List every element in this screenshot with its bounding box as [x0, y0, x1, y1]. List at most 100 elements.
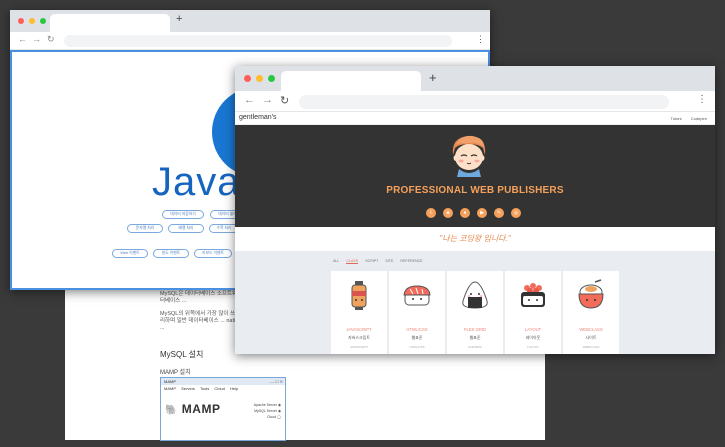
mamp-menu-item: MAMP: [164, 386, 176, 391]
card-tag: LAYOUT: [527, 345, 539, 349]
mamp-logo: 🐘 MAMP: [165, 402, 220, 416]
card-title: WEBCLASS: [579, 327, 603, 332]
card-title: LAYOUT: [524, 327, 542, 332]
youtube-icon[interactable]: ▶: [477, 208, 487, 218]
card-subtitle: 레이아웃: [525, 335, 541, 340]
mamp-window-screenshot: MAMP — ☐ ✕ MAMP Servers Tools Cloud Help…: [160, 377, 286, 441]
card-layout[interactable]: LAYOUT 레이아웃 LAYOUT: [505, 271, 561, 354]
mamp-menubar: MAMP Servers Tools Cloud Help: [161, 385, 285, 393]
avatar: [452, 135, 486, 177]
quote-text: "나는 코딩왕 입니다.": [439, 234, 511, 243]
card-subtitle: 웹표준: [411, 335, 423, 340]
browser-tab[interactable]: [50, 14, 170, 32]
maximize-window-button[interactable]: [40, 18, 46, 24]
card-webclass[interactable]: WEBCLASS 사이트 WEBCLASS: [563, 271, 619, 354]
site-header: gentleman's Tutors Codepen: [235, 112, 715, 125]
doc-heading: MySQL 설치: [160, 350, 204, 359]
address-bar[interactable]: [299, 95, 669, 109]
back-arrow-icon[interactable]: ←: [244, 94, 255, 106]
front-browser-toolbar: ← → ↻ ⋮: [235, 91, 715, 112]
javascript-logo-text: Java: [152, 160, 241, 204]
filter-site[interactable]: SITE: [385, 259, 393, 263]
card-tag: JAVASCRIPT: [349, 345, 369, 349]
mamp-menu-item: Help: [230, 386, 239, 391]
mamp-menu-item: Servers: [181, 386, 195, 391]
mamp-title: MAMP: [164, 379, 176, 384]
mamp-logo-text: MAMP: [181, 402, 221, 416]
category-pill[interactable]: 배열 처리: [168, 224, 204, 233]
filter-class[interactable]: CLASS: [346, 259, 359, 264]
category-pill[interactable]: 키보드 이벤트: [194, 249, 232, 258]
forward-arrow-icon[interactable]: →: [32, 34, 41, 44]
lantern-sushi-icon: [351, 281, 367, 310]
reload-icon[interactable]: ↻: [47, 34, 55, 45]
category-pill[interactable]: 문자열 처리: [127, 224, 163, 233]
site-nav: Tutors Codepen: [662, 116, 707, 121]
nav-link-tutors[interactable]: Tutors: [670, 116, 681, 121]
new-tab-icon[interactable]: +: [429, 70, 437, 85]
more-menu-icon[interactable]: ⋮: [476, 34, 485, 45]
elephant-icon: 🐘: [165, 405, 178, 416]
hero-title: PROFESSIONAL WEB PUBLISHERS: [386, 185, 564, 196]
ikura-sushi-icon: [521, 283, 545, 307]
mamp-server-label: MySQL Server: [254, 409, 277, 413]
status-dot-icon: ◉: [277, 403, 281, 407]
card-subtitle: 사이트: [585, 335, 597, 340]
card-subtitle: 웹표준: [469, 335, 481, 340]
close-window-button[interactable]: [18, 18, 24, 24]
back-arrow-icon[interactable]: ←: [18, 34, 27, 44]
browser-tab[interactable]: [281, 71, 421, 91]
card-htmlcss[interactable]: HTML/CSS 웹표준 HTML/CSS: [389, 271, 445, 354]
card-subtitle: 자바스크립트: [347, 335, 371, 340]
instagram-icon[interactable]: ◎: [511, 208, 521, 218]
reload-icon[interactable]: ↻: [280, 94, 289, 107]
category-pill[interactable]: 데이터 저장하기: [162, 210, 204, 219]
back-browser-toolbar: ← → ↻ ⋮: [10, 32, 490, 50]
filter-all[interactable]: ALL: [333, 259, 339, 263]
card-tag: HTML/CSS: [409, 345, 425, 349]
cards-section: ALL CLASS SCRIPT SITE REFERENCE JAVASCRI…: [235, 251, 715, 354]
card-tag: FLEXBOX: [468, 345, 482, 349]
address-bar[interactable]: [64, 35, 452, 47]
minimize-window-button[interactable]: [256, 75, 263, 82]
card-flexgrid[interactable]: FLEX GRID 웹표준 FLEXBOX: [447, 271, 503, 354]
blog-icon[interactable]: ✎: [494, 208, 504, 218]
mamp-server-label: Cloud: [266, 415, 277, 419]
card-title: FLEX GRID: [463, 327, 487, 332]
mamp-server-status: Apache Server ◉ MySQL Server ◉ Cloud ◯: [254, 402, 281, 420]
codepen-icon[interactable]: ◈: [443, 208, 453, 218]
new-tab-icon[interactable]: +: [176, 13, 182, 25]
card-title: JAVASCRIPT: [346, 327, 372, 332]
github-icon[interactable]: ●: [460, 208, 470, 218]
nav-link-codepen[interactable]: Codepen: [691, 116, 707, 121]
front-browser-window: + ← → ↻ ⋮ gentleman's Tutors Codepen PRO…: [235, 66, 715, 354]
filter-reference[interactable]: REFERENCE: [400, 259, 422, 263]
card-javascript[interactable]: JAVASCRIPT 자바스크립트 JAVASCRIPT: [331, 271, 387, 354]
card-tag: WEBCLASS: [582, 345, 600, 349]
category-pill[interactable]: Web 이벤트: [112, 249, 148, 258]
quote-band: "나는 코딩왕 입니다.": [235, 227, 715, 251]
site-logo[interactable]: gentleman's: [239, 114, 277, 121]
close-window-button[interactable]: [244, 75, 251, 82]
doc-subheading: MAMP 설치: [160, 370, 191, 376]
mamp-menu-item: Tools: [199, 386, 210, 391]
maximize-window-button[interactable]: [268, 75, 275, 82]
forward-arrow-icon[interactable]: →: [262, 94, 273, 106]
mamp-window-controls: — ☐ ✕: [269, 379, 283, 384]
mamp-server-label: Apache Server: [253, 403, 277, 407]
twitter-icon[interactable]: t: [426, 208, 436, 218]
filter-tabs: ALL CLASS SCRIPT SITE REFERENCE: [333, 259, 429, 264]
mamp-menu-item: Cloud: [214, 386, 225, 391]
hero-section: PROFESSIONAL WEB PUBLISHERS t ◈ ● ▶ ✎ ◎: [235, 125, 715, 227]
salmon-sushi-icon: [403, 285, 431, 306]
onigiri-icon: [462, 281, 488, 309]
mamp-titlebar: MAMP — ☐ ✕: [161, 378, 285, 385]
status-dot-icon: ◯: [277, 415, 281, 419]
minimize-window-button[interactable]: [29, 18, 35, 24]
card-title: HTML/CSS: [406, 327, 428, 332]
back-browser-tabbar: +: [10, 10, 490, 32]
category-pill[interactable]: 윈도 이벤트: [153, 249, 189, 258]
filter-script[interactable]: SCRIPT: [365, 259, 378, 263]
status-dot-icon: ◉: [277, 409, 281, 413]
more-menu-icon[interactable]: ⋮: [697, 94, 707, 105]
